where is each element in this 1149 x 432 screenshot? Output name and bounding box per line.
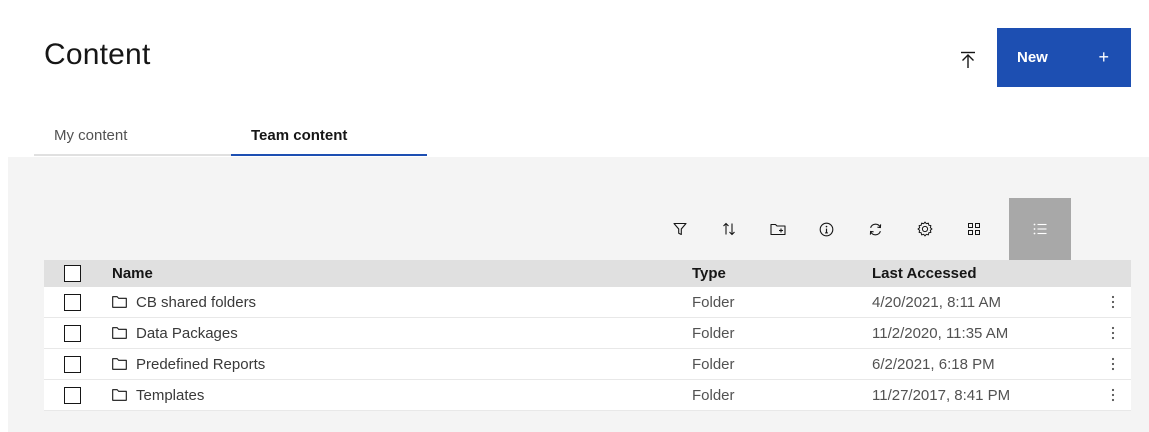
overflow-menu-icon: [1111, 295, 1114, 309]
new-button[interactable]: New +: [997, 28, 1131, 87]
overflow-menu-button[interactable]: [1094, 295, 1131, 309]
upload-button[interactable]: [950, 42, 986, 78]
overflow-menu-icon: [1111, 326, 1114, 340]
upload-icon: [961, 51, 975, 68]
settings-button[interactable]: [900, 198, 949, 260]
table-header: Name Type Last Accessed: [44, 260, 1131, 287]
grid-view-button[interactable]: [949, 198, 998, 260]
row-checkbox[interactable]: [64, 293, 81, 311]
table-row[interactable]: CB shared folders Folder 4/20/2021, 8:11…: [44, 287, 1131, 318]
list-view-button[interactable]: [1009, 198, 1071, 260]
sort-button[interactable]: [704, 198, 753, 260]
content-tabs: My content Team content: [34, 116, 427, 156]
filter-icon: [672, 222, 687, 236]
refresh-button[interactable]: [851, 198, 900, 260]
select-all-checkbox[interactable]: [64, 265, 81, 282]
folder-icon: [112, 296, 127, 308]
row-checkbox[interactable]: [64, 386, 81, 404]
list-view-icon: [1033, 223, 1047, 235]
settings-icon: [917, 221, 932, 237]
folder-icon: [112, 389, 127, 401]
column-header-name[interactable]: Name: [112, 265, 692, 282]
column-header-type[interactable]: Type: [692, 265, 872, 282]
row-type: Folder: [692, 324, 735, 342]
new-folder-button[interactable]: [753, 198, 802, 260]
overflow-menu-button[interactable]: [1094, 388, 1131, 402]
tab-team-content[interactable]: Team content: [231, 116, 427, 156]
row-type: Folder: [692, 293, 735, 311]
info-button[interactable]: [802, 198, 851, 260]
row-checkbox[interactable]: [64, 355, 81, 373]
row-checkbox[interactable]: [64, 324, 81, 342]
grid-view-icon: [967, 223, 980, 235]
row-last-accessed: 11/27/2017, 8:41 PM: [872, 386, 1011, 404]
table-row[interactable]: Predefined Reports Folder 6/2/2021, 6:18…: [44, 349, 1131, 380]
refresh-icon: [869, 223, 882, 235]
overflow-menu-icon: [1111, 357, 1114, 371]
toolbar: [655, 198, 1071, 260]
content-table: Name Type Last Accessed CB shared folder…: [44, 260, 1131, 411]
folder-icon: [112, 358, 127, 370]
row-name[interactable]: Predefined Reports: [136, 356, 265, 373]
row-last-accessed: 6/2/2021, 6:18 PM: [872, 355, 995, 373]
table-row[interactable]: Templates Folder 11/27/2017, 8:41 PM: [44, 380, 1131, 411]
column-header-last-accessed[interactable]: Last Accessed: [872, 265, 1094, 282]
overflow-menu-icon: [1111, 388, 1114, 402]
tab-my-content[interactable]: My content: [34, 116, 231, 156]
overflow-menu-button[interactable]: [1094, 357, 1131, 371]
row-last-accessed: 11/2/2020, 11:35 AM: [872, 324, 1009, 342]
row-type: Folder: [692, 386, 735, 404]
filter-button[interactable]: [655, 198, 704, 260]
sort-icon: [722, 222, 735, 236]
row-type: Folder: [692, 355, 735, 373]
new-folder-icon: [769, 223, 786, 236]
page-title: Content: [44, 38, 151, 71]
row-last-accessed: 4/20/2021, 8:11 AM: [872, 293, 1001, 311]
plus-icon: +: [1098, 47, 1109, 67]
info-icon: [819, 222, 834, 236]
row-name[interactable]: Templates: [136, 387, 204, 404]
row-name[interactable]: CB shared folders: [136, 294, 256, 311]
folder-icon: [112, 327, 127, 339]
new-button-label: New: [1017, 49, 1048, 66]
row-name[interactable]: Data Packages: [136, 325, 238, 342]
table-row[interactable]: Data Packages Folder 11/2/2020, 11:35 AM: [44, 318, 1131, 349]
overflow-menu-button[interactable]: [1094, 326, 1131, 340]
